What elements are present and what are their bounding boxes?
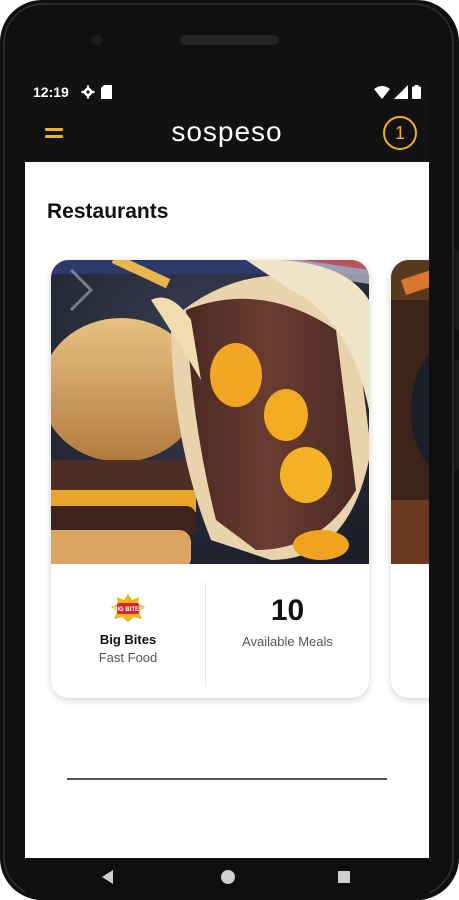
- signal-icon: [394, 85, 408, 99]
- system-nav-bar: [25, 858, 429, 900]
- volume-button: [455, 250, 459, 330]
- home-icon[interactable]: [219, 868, 237, 886]
- status-bar: 12:19: [25, 80, 429, 104]
- restaurant-logo: BIG BITES: [111, 594, 145, 622]
- restaurant-card[interactable]: BIG BITES Big Bites Fast Food 10 Availab…: [51, 260, 369, 698]
- phone-frame: 12:19 sospeso 1 Restaurants BIG BITES Bi…: [0, 0, 459, 900]
- app-bar: sospeso 1: [25, 104, 429, 162]
- restaurant-name: Big Bites: [99, 632, 157, 647]
- status-icons-right: [374, 85, 421, 99]
- front-camera: [90, 33, 104, 47]
- recents-icon[interactable]: [335, 868, 353, 886]
- battery-icon: [412, 85, 421, 99]
- earpiece-speaker: [180, 35, 279, 45]
- app-title: sospeso: [171, 116, 283, 147]
- back-icon[interactable]: [99, 868, 117, 886]
- meals-label: Available Meals: [242, 634, 333, 649]
- power-button: [455, 360, 459, 470]
- wifi-icon: [374, 86, 390, 99]
- restaurant-card-next[interactable]: [391, 260, 429, 698]
- sd-card-icon: [101, 85, 112, 99]
- bottom-divider: [67, 778, 387, 780]
- card-footer: BIG BITES Big Bites Fast Food 10 Availab…: [51, 564, 369, 698]
- burger-photo: [51, 260, 369, 564]
- notification-badge[interactable]: 1: [383, 116, 417, 150]
- restaurant-type: Fast Food: [98, 650, 158, 665]
- logo-text: BIG BITES: [113, 607, 143, 613]
- status-time: 12:19: [33, 84, 69, 100]
- section-title: Restaurants: [47, 200, 169, 223]
- status-icons-left: [81, 85, 112, 99]
- screen: 12:19 sospeso 1 Restaurants BIG BITES Bi…: [25, 80, 429, 858]
- next-card-photo: [391, 260, 429, 564]
- meals-count: 10: [270, 594, 305, 627]
- gear-icon: [81, 85, 95, 99]
